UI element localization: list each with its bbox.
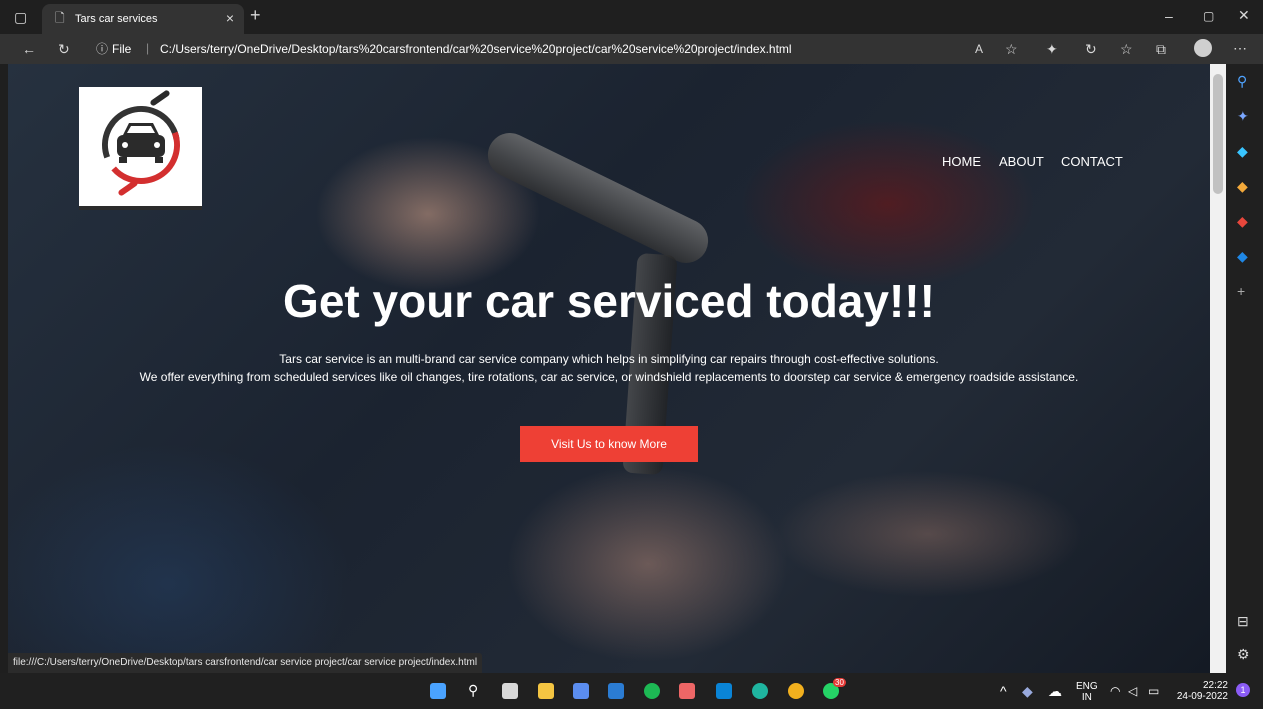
url-divider: |	[146, 41, 150, 55]
nav-contact[interactable]: CONTACT	[1061, 154, 1123, 169]
tab-strip: ▢ 🗋 Tars car services × + – ▢ ✕	[0, 0, 1263, 34]
tools-icon[interactable]: ◆	[1237, 179, 1248, 193]
clock-date: 24-09-2022	[1176, 691, 1228, 702]
search-icon[interactable]: ⚲	[1237, 74, 1247, 88]
discover-icon[interactable]: ✦	[1237, 109, 1249, 123]
battery-icon[interactable]: ▭	[1148, 684, 1159, 698]
hero-description-line1: Tars car service is an multi-brand car s…	[279, 352, 939, 366]
nav-home[interactable]: HOME	[942, 154, 981, 169]
extension-icon[interactable]: ✦	[1046, 42, 1058, 56]
onedrive-icon[interactable]: ☁	[1048, 684, 1062, 698]
word-icon[interactable]	[608, 683, 624, 699]
site-logo[interactable]	[79, 87, 202, 210]
sidebar-toggle-icon[interactable]: ⊟	[1237, 614, 1249, 628]
hero-description-line2: We offer everything from scheduled servi…	[139, 370, 1079, 384]
settings-gear-icon[interactable]: ⚙	[1237, 647, 1250, 661]
status-bar-url: file:///C:/Users/terry/OneDrive/Desktop/…	[8, 653, 483, 673]
url-text: C:/Users/terry/OneDrive/Desktop/tars%20c…	[160, 42, 792, 56]
add-icon[interactable]: +	[1237, 284, 1245, 298]
task-view-icon[interactable]	[502, 683, 518, 699]
file-explorer-icon[interactable]	[538, 683, 554, 699]
tray-chevron-icon[interactable]: ^	[1000, 684, 1007, 698]
wifi-icon[interactable]: ◠	[1110, 684, 1120, 698]
notification-badge[interactable]: 1	[1236, 683, 1250, 697]
outlook-icon[interactable]: ◆	[1237, 249, 1248, 263]
language-indicator[interactable]: ENG IN	[1076, 681, 1098, 703]
close-window-icon[interactable]: ✕	[1238, 8, 1250, 22]
new-tab-button[interactable]: +	[250, 6, 261, 24]
nav-about[interactable]: ABOUT	[999, 154, 1044, 169]
tray-app-icon[interactable]: ◆	[1022, 684, 1033, 698]
wrench-shape	[480, 125, 716, 271]
shopping-icon[interactable]: ◆	[1237, 144, 1248, 158]
minimize-icon[interactable]: –	[1165, 9, 1173, 23]
refresh-icon[interactable]: ↻	[58, 42, 70, 56]
clock[interactable]: 22:22 24-09-2022	[1172, 680, 1228, 702]
clock-time: 22:22	[1202, 680, 1228, 691]
app-icon[interactable]	[679, 683, 695, 699]
info-icon[interactable]: ⓘ	[96, 42, 108, 56]
collections-icon[interactable]: ⧉	[1156, 42, 1166, 56]
profile-avatar[interactable]	[1194, 39, 1212, 57]
lang-line2: IN	[1081, 692, 1092, 703]
more-icon[interactable]: ⋯	[1233, 41, 1247, 55]
lang-line1: ENG	[1076, 681, 1098, 692]
hero-title: Get your car serviced today!!!	[283, 275, 935, 327]
reload-extension-icon[interactable]: ↻	[1085, 42, 1097, 56]
whatsapp-badge: 30	[833, 678, 846, 687]
close-tab-icon[interactable]: ×	[226, 10, 234, 26]
scrollbar-thumb[interactable]	[1213, 74, 1223, 194]
url-field[interactable]: ⓘ File | C:/Users/terry/OneDrive/Desktop…	[92, 38, 1042, 60]
visit-us-button[interactable]: Visit Us to know More	[520, 426, 698, 462]
volume-icon[interactable]: ◁	[1128, 684, 1137, 698]
tab-title: Tars car services	[75, 13, 158, 25]
page-scrollbar[interactable]	[1210, 64, 1226, 673]
browser-tab[interactable]: 🗋 Tars car services ×	[42, 4, 244, 34]
chrome-icon[interactable]	[788, 683, 804, 699]
tab-actions-icon[interactable]: ▢	[14, 10, 27, 24]
edge-icon[interactable]	[752, 683, 768, 699]
page-icon: 🗋	[55, 11, 65, 25]
vscode-icon[interactable]	[716, 683, 732, 699]
windows-taskbar: ⚲ 30 ^ ◆ ☁ ENG IN ◠ ◁ ▭ 22:22 24-09-2022…	[0, 673, 1263, 709]
windows-start-icon[interactable]	[430, 683, 446, 699]
office-icon[interactable]: ◆	[1237, 214, 1248, 228]
restore-icon[interactable]: ▢	[1203, 9, 1214, 23]
taskbar-search-icon[interactable]: ⚲	[468, 683, 478, 697]
spotify-icon[interactable]	[644, 683, 660, 699]
store-icon[interactable]	[573, 683, 589, 699]
back-icon[interactable]: ←	[22, 42, 36, 56]
favorites-icon[interactable]: ☆	[1120, 42, 1133, 56]
edge-sidebar: ⚲ ✦ ◆ ◆ ◆ ◆ + ⊟ ⚙	[1226, 64, 1263, 673]
url-prefix: File	[112, 42, 132, 56]
web-page: HOME ABOUT CONTACT Get your car serviced…	[8, 64, 1210, 673]
read-aloud-icon[interactable]: A	[975, 42, 983, 56]
address-bar: ← ↻ ⓘ File | C:/Users/terry/OneDrive/Des…	[0, 34, 1263, 64]
favorite-icon[interactable]: ☆	[1005, 42, 1018, 56]
